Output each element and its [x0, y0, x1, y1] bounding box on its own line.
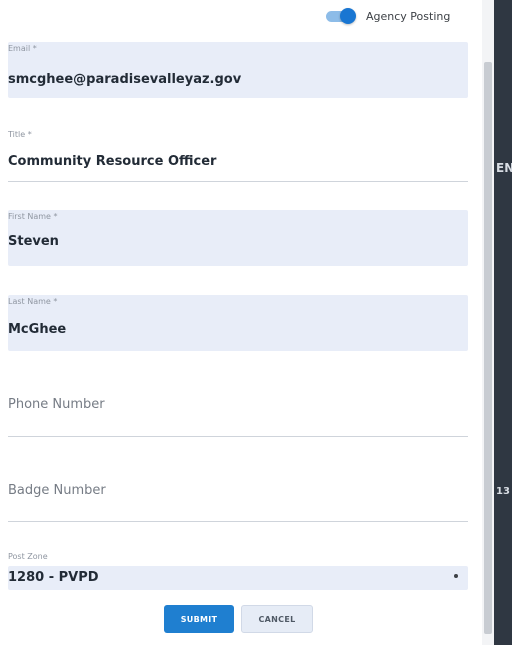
dropdown-indicator-icon[interactable]: [454, 574, 458, 578]
email-field-label: Email *: [8, 44, 37, 53]
first-name-field-label: First Name *: [8, 212, 58, 221]
phone-number-field[interactable]: Phone Number: [8, 395, 468, 439]
title-field-value: Community Resource Officer: [8, 154, 217, 169]
post-zone-value-box: 1280 - PVPD: [8, 566, 468, 590]
title-field-underline: [8, 181, 468, 182]
first-name-field[interactable]: First Name * Steven: [8, 210, 468, 266]
agency-posting-toggle-knob: [340, 8, 356, 24]
agency-posting-label: Agency Posting: [366, 9, 451, 23]
page-backdrop: EN 13: [494, 0, 512, 645]
email-field-value: smcghee@paradisevalleyaz.gov: [8, 72, 242, 87]
last-name-field[interactable]: Last Name * McGhee: [8, 295, 468, 351]
badge-number-field[interactable]: Badge Number: [8, 482, 468, 524]
last-name-field-value: McGhee: [8, 322, 67, 337]
user-form-dialog: Agency Posting Email * smcghee@paradisev…: [0, 0, 482, 645]
agency-posting-toggle[interactable]: [326, 8, 356, 24]
title-field-label: Title *: [8, 130, 32, 139]
last-name-field-label: Last Name *: [8, 297, 58, 306]
phone-number-underline: [8, 436, 468, 437]
post-zone-label: Post Zone: [8, 552, 48, 561]
badge-number-underline: [8, 521, 468, 522]
email-field[interactable]: Email * smcghee@paradisevalleyaz.gov: [8, 42, 468, 98]
agency-posting-toggle-row: Agency Posting: [326, 8, 450, 24]
screen: Agency Posting Email * smcghee@paradisev…: [0, 0, 512, 645]
backdrop-partial-text-2: 13: [496, 486, 510, 497]
badge-number-placeholder: Badge Number: [8, 483, 106, 498]
post-zone-value: 1280 - PVPD: [8, 570, 99, 585]
cancel-button[interactable]: CANCEL: [241, 605, 313, 633]
submit-button[interactable]: SUBMIT: [164, 605, 234, 633]
title-field[interactable]: Title * Community Resource Officer: [8, 130, 468, 184]
backdrop-partial-text-1: EN: [496, 161, 512, 175]
post-zone-select[interactable]: Post Zone 1280 - PVPD: [8, 552, 468, 594]
phone-number-placeholder: Phone Number: [8, 397, 105, 412]
dialog-scrollbar-thumb[interactable]: [484, 62, 492, 634]
first-name-field-value: Steven: [8, 234, 59, 249]
